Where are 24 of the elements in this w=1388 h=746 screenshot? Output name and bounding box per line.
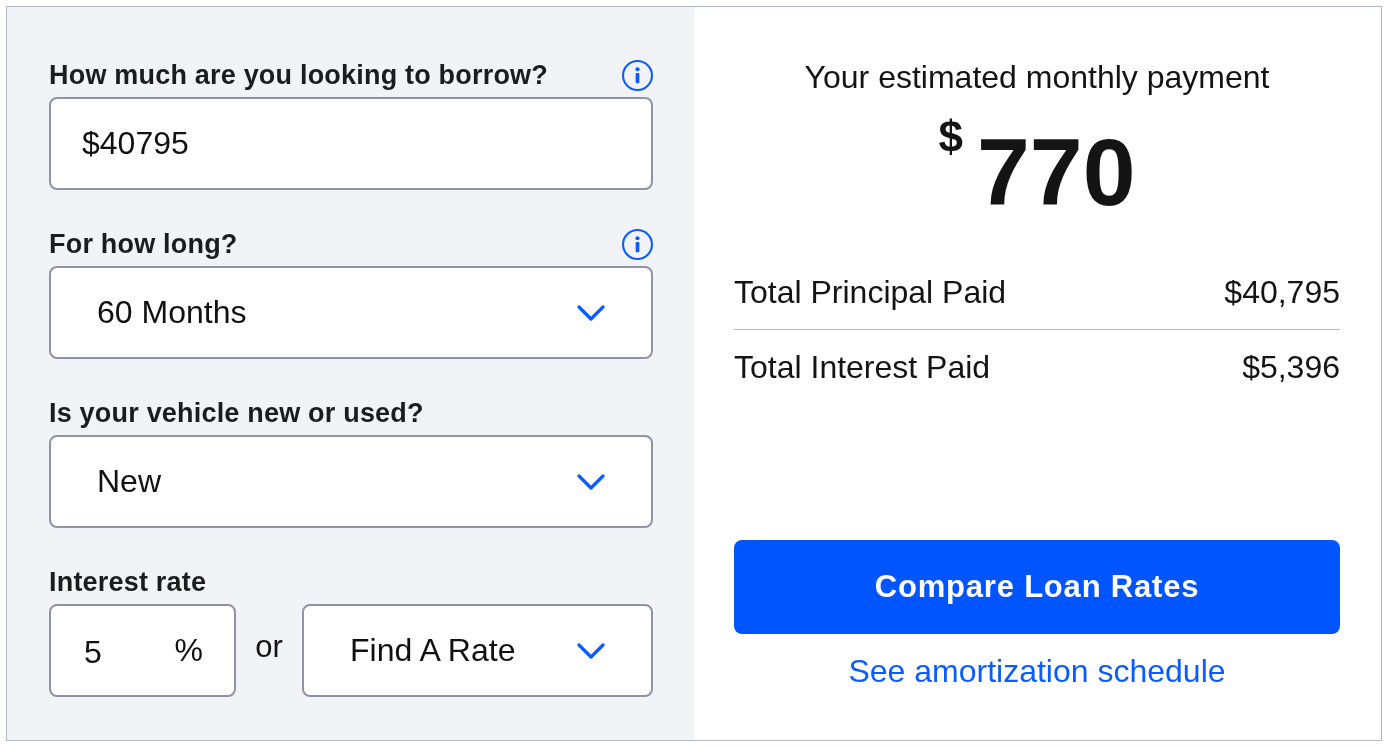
- dropdown-select[interactable]: New: [49, 435, 653, 528]
- summary-label: Total Interest Paid: [734, 348, 991, 386]
- summary-value: $5,396: [1242, 348, 1340, 386]
- compare-rates-button[interactable]: Compare Loan Rates: [734, 540, 1340, 634]
- info-icon[interactable]: [622, 228, 653, 260]
- field-label: How much are you looking to borrow?: [49, 59, 548, 91]
- field-label: For how long?: [49, 228, 238, 260]
- currency-symbol: $: [938, 115, 963, 159]
- monthly-payment-amount: 770: [977, 125, 1136, 220]
- field-label: Interest rate: [49, 566, 207, 598]
- summary-label: Total Principal Paid: [734, 273, 1007, 311]
- rate-input[interactable]: 5 %: [49, 604, 236, 697]
- field-label: Is your vehicle new or used?: [49, 397, 424, 429]
- or-text: or: [254, 628, 284, 666]
- dropdown-select[interactable]: Find A Rate: [302, 604, 653, 697]
- text-input[interactable]: $40795: [49, 97, 653, 190]
- chevron-down-icon: [577, 304, 605, 321]
- summary-value: $40,795: [1224, 273, 1340, 311]
- payment-heading: Your estimated monthly payment: [803, 58, 1271, 97]
- amortization-link[interactable]: See amortization schedule: [848, 653, 1226, 689]
- chevron-down-icon: [577, 642, 605, 659]
- chevron-down-icon: [577, 473, 605, 490]
- info-icon[interactable]: [622, 59, 653, 91]
- dropdown-select[interactable]: 60 Months: [49, 266, 653, 359]
